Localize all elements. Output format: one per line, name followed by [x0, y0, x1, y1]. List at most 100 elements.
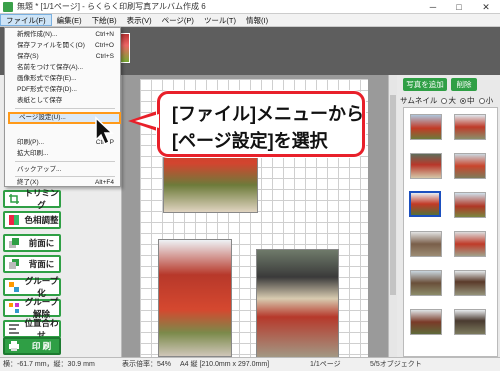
menu-save-cover[interactable]: 表紙として保存 [5, 95, 120, 106]
photo-shrine-tower[interactable] [158, 239, 232, 357]
bring-front-button-label: 前面に [28, 238, 55, 248]
menu-new-shortcut: Ctrl+N [95, 31, 114, 38]
menu-save-cover-label: 表紙として保存 [17, 97, 63, 104]
send-back-button[interactable]: 背面に [3, 255, 61, 273]
radio-medium-label: 中 [467, 96, 475, 105]
menu-background[interactable]: 下絵(B) [87, 14, 122, 26]
hue-adjust-button-label: 色相調整 [24, 215, 59, 225]
ungroup-icon [9, 303, 19, 313]
menu-save-as[interactable]: 名前をつけて保存(A)... [5, 62, 120, 73]
group-button[interactable]: グループ化 [3, 276, 61, 298]
hue-adjust-button[interactable]: 色相調整 [3, 211, 61, 229]
menu-backup-label: バックアップ... [17, 166, 62, 173]
menu-save-as-label: 名前をつけて保存(A)... [17, 64, 84, 71]
menu-save-label: 保存(S) [17, 53, 39, 60]
object-count: 5/5オブジェクト [370, 361, 422, 368]
bring-front-button[interactable]: 前面に [3, 234, 61, 252]
thumbnail[interactable] [410, 270, 442, 296]
menu-new[interactable]: 新規作成(N)... Ctrl+N [5, 29, 120, 40]
menu-info[interactable]: 情報(I) [241, 14, 273, 26]
menu-open-label: 保存ファイルを開く(O) [17, 42, 85, 49]
menu-separator [15, 161, 115, 162]
menu-open-shortcut: Ctrl+O [95, 42, 114, 49]
thumbnail[interactable] [410, 114, 442, 140]
menu-save[interactable]: 保存(S) Ctrl+S [5, 51, 120, 62]
crop-button[interactable]: トリミング [3, 188, 61, 210]
callout-line-2: [ページ設定]を選択 [172, 131, 328, 151]
menu-bar: ファイル(F) 編集(E) 下絵(B) 表示(V) ページ(P) ツール(T) … [0, 14, 500, 27]
menu-save-pdf[interactable]: PDF形式で保存(D)... [5, 84, 120, 95]
thumbnail[interactable] [454, 270, 486, 296]
status-bar: 横：-61.7 mm，縦：30.9 mm 表示倍率：54% A4 縦 [210.… [0, 357, 500, 371]
mouse-cursor-icon [95, 116, 114, 146]
thumbnail-label: サムネイル [400, 96, 438, 105]
photo-shrine-hall[interactable] [256, 249, 339, 357]
callout-line-1: [ファイル]メニューから [172, 104, 364, 124]
radio-small[interactable] [478, 98, 485, 104]
title-bar: 無題 * [1/1ページ] - らくらく印刷写真アルバム作成 6 ─ □ ✕ [0, 0, 500, 14]
menu-page-setup-label: ページ設定(U)... [19, 114, 66, 121]
print-button-label: 印 刷 [31, 341, 52, 351]
instruction-callout: [ファイル]メニューから [ページ設定]を選択 [157, 91, 365, 157]
thumbnail[interactable] [454, 153, 486, 179]
radio-small-label: 小 [485, 96, 494, 105]
thumbnail-selected[interactable] [409, 191, 441, 217]
menu-save-shortcut: Ctrl+S [95, 53, 114, 60]
menu-save-image[interactable]: 画像形式で保存(E)... [5, 73, 120, 84]
menu-backup[interactable]: バックアップ... [5, 164, 120, 175]
menu-edit[interactable]: 編集(E) [52, 14, 87, 26]
cursor-position: 横：-61.7 mm，縦：30.9 mm [3, 361, 95, 368]
app-icon [3, 1, 13, 12]
color-icon [9, 215, 19, 225]
menu-view[interactable]: 表示(V) [122, 14, 157, 26]
bring-front-icon [9, 238, 19, 248]
file-menu-dropdown: 新規作成(N)... Ctrl+N 保存ファイルを開く(O) Ctrl+O 保存(S… [4, 27, 121, 187]
thumbnail-size-row: サムネイル 大 中 小 [400, 95, 493, 106]
callout-pointer-fill [135, 114, 159, 128]
menu-enlarge-print[interactable]: 拡大印刷... [5, 148, 120, 159]
menu-enlarge-print-label: 拡大印刷... [17, 150, 49, 157]
close-button[interactable]: ✕ [472, 0, 500, 14]
printer-icon [9, 341, 19, 351]
menu-print-label: 印刷(P)... [17, 139, 45, 146]
align-button[interactable]: 位置合わせ [3, 318, 61, 340]
delete-button[interactable]: 削除 [451, 78, 477, 91]
thumbnail[interactable] [454, 192, 486, 218]
page-indicator: 1/1ページ [310, 361, 341, 368]
radio-large-label: 大 [448, 96, 456, 105]
print-button[interactable]: 印 刷 [3, 337, 61, 355]
crop-button-label: トリミング [24, 188, 59, 210]
thumbnail[interactable] [410, 231, 442, 257]
window-title: 無題 * [1/1ページ] - らくらく印刷写真アルバム作成 6 [17, 2, 206, 11]
menu-exit-label: 終了(X) [17, 179, 39, 186]
ungroup-button[interactable]: グループ解除 [3, 297, 61, 319]
send-back-icon [9, 259, 19, 269]
crop-icon [9, 194, 19, 204]
thumbnail[interactable] [454, 309, 486, 335]
thumbnail[interactable] [454, 231, 486, 257]
menu-open[interactable]: 保存ファイルを開く(O) Ctrl+O [5, 40, 120, 51]
menu-tools[interactable]: ツール(T) [199, 14, 241, 26]
menu-file[interactable]: ファイル(F) [0, 14, 52, 26]
paper-size: A4 縦 [210.0mm x 297.0mm] [180, 361, 270, 368]
menu-page[interactable]: ページ(P) [157, 14, 199, 26]
radio-large[interactable] [441, 98, 448, 104]
right-photo-panel: 写真を追加 削除 サムネイル 大 中 小 [397, 75, 500, 357]
maximize-button[interactable]: □ [446, 0, 472, 14]
align-icon [9, 324, 19, 334]
scrollbar-thumb[interactable] [390, 95, 396, 295]
menu-exit-shortcut: Alt+F4 [95, 179, 114, 186]
zoom-level: 表示倍率：54% [122, 361, 172, 368]
minimize-button[interactable]: ─ [420, 0, 446, 14]
menu-exit[interactable]: 終了(X) Alt+F4 [5, 177, 120, 188]
thumbnail[interactable] [454, 114, 486, 140]
menu-new-label: 新規作成(N)... [17, 31, 58, 38]
thumbnail-grid [403, 107, 498, 357]
menu-save-pdf-label: PDF形式で保存(D)... [17, 86, 77, 93]
radio-medium[interactable] [460, 98, 467, 104]
add-photo-button[interactable]: 写真を追加 [403, 78, 447, 91]
thumbnail[interactable] [410, 309, 442, 335]
canvas-scrollbar[interactable] [388, 75, 397, 357]
group-icon [9, 282, 19, 292]
thumbnail[interactable] [410, 153, 442, 179]
